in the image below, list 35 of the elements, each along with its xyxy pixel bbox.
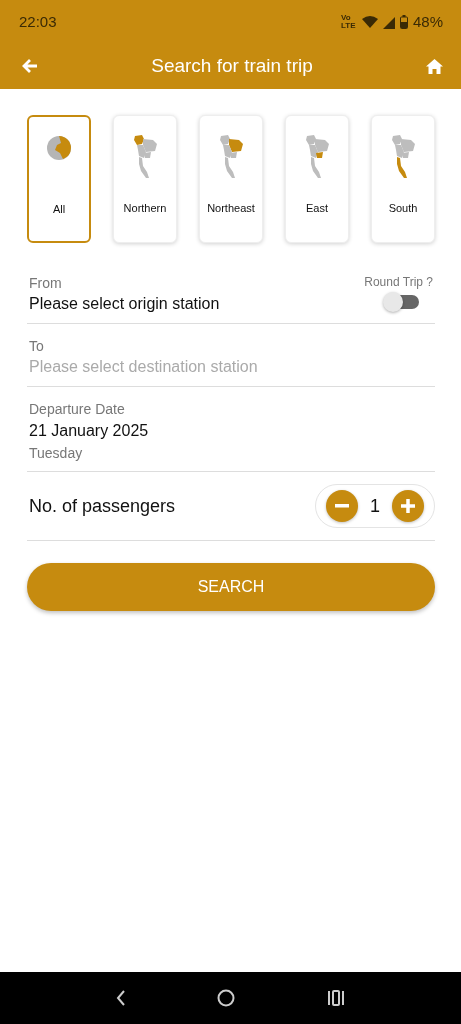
- plus-button[interactable]: [392, 490, 424, 522]
- weekday-text: Tuesday: [29, 445, 84, 461]
- map-icon: [303, 134, 331, 180]
- home-button[interactable]: [426, 58, 443, 74]
- nav-recents-button[interactable]: [327, 990, 346, 1006]
- region-card[interactable]: South: [371, 115, 435, 243]
- page-title: Search for train trip: [151, 55, 313, 77]
- battery-level: 48%: [412, 13, 443, 30]
- region-card[interactable]: Northeast: [199, 115, 263, 243]
- plus-icon: [401, 499, 415, 513]
- network-label: Vo LTE: [340, 13, 357, 30]
- round-trip-toggle[interactable]: [385, 295, 419, 309]
- battery-icon: [399, 14, 408, 29]
- map-icon: [389, 134, 417, 180]
- passenger-count: 1: [370, 495, 380, 517]
- minus-icon: [335, 504, 349, 508]
- wifi-icon: [361, 15, 378, 28]
- round-trip-label: Round Trip ?: [364, 275, 433, 291]
- origin-field[interactable]: Please select origin station: [29, 295, 220, 313]
- nav-home-button[interactable]: [217, 989, 236, 1007]
- region-card[interactable]: Northern: [113, 115, 177, 243]
- passengers-label: No. of passengers: [29, 495, 176, 517]
- back-button[interactable]: [22, 59, 38, 73]
- departure-date[interactable]: 21 January 2025: [29, 422, 433, 440]
- map-icon: [131, 134, 159, 180]
- departure-label: Departure Date: [29, 401, 126, 417]
- nav-back-button[interactable]: [115, 990, 126, 1006]
- globe-icon: [46, 135, 72, 161]
- map-icon: [217, 134, 245, 180]
- region-card[interactable]: All: [27, 115, 91, 243]
- region-card[interactable]: East: [285, 115, 349, 243]
- from-label: From: [29, 275, 62, 291]
- to-label: To: [29, 338, 45, 354]
- status-time: 22:03: [19, 13, 57, 30]
- minus-button[interactable]: [326, 490, 358, 522]
